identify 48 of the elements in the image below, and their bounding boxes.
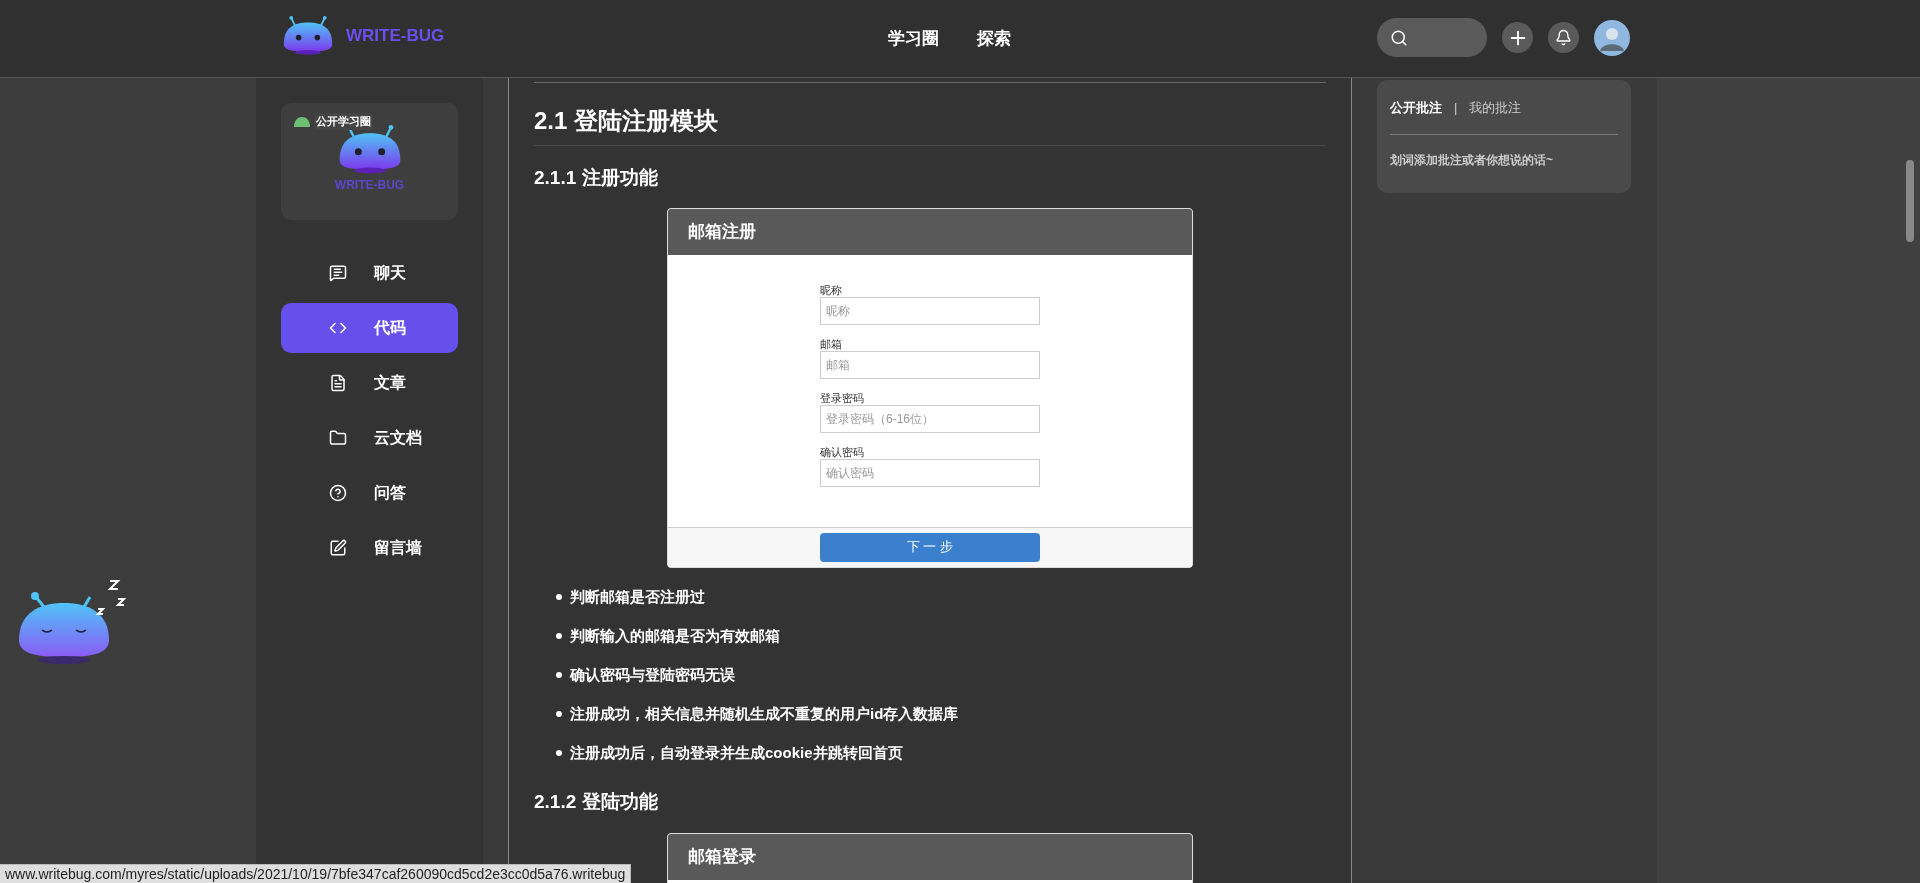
input-field[interactable]: 登录密码（6-16位）: [820, 404, 1040, 433]
field-label: 昵称: [820, 282, 843, 297]
subsection-heading: 2.1.2 登陆功能: [534, 789, 659, 814]
sidebar-item[interactable]: 问答: [281, 468, 458, 518]
sidebar-item[interactable]: 聊天: [281, 248, 458, 298]
field-label: 确认密码: [820, 444, 865, 459]
annotation-tab[interactable]: 公开批注: [1390, 98, 1442, 118]
input-field[interactable]: 昵称: [820, 296, 1040, 325]
folder-icon: [329, 429, 347, 447]
search-icon: [1390, 28, 1408, 47]
figure-title: 邮箱注册: [688, 220, 756, 243]
annotation-hint: 划词添加批注或者你想说的话~: [1390, 151, 1554, 169]
circle-label: 公开学习圈: [314, 113, 373, 130]
edit-icon: [329, 539, 347, 557]
next-step-button[interactable]: 下 一 步: [820, 532, 1040, 562]
message-icon: [329, 264, 347, 282]
sidebar-item[interactable]: 代码: [281, 303, 458, 353]
field-label: 登录密码: [820, 390, 865, 405]
subsection-heading: 2.1.1 注册功能: [534, 166, 659, 190]
nav-link[interactable]: 探索: [977, 26, 1011, 52]
bullet-text: 确认密码与登陆密码无误: [570, 664, 735, 685]
input-field[interactable]: 确认密码: [820, 458, 1040, 487]
search-field[interactable]: [1377, 18, 1487, 57]
circle-card[interactable]: 公开学习圈 WRITE-BUG: [281, 103, 458, 220]
bell-icon: [1555, 29, 1572, 46]
sidebar-item[interactable]: 云文档: [281, 413, 458, 463]
status-url: www.writebug.com/myres/static/uploads/2021/10/19/7bfe347caf260090cd5cd2e3cc0d5a76.writebug: [5, 865, 626, 883]
nav-link[interactable]: 学习圈: [888, 26, 939, 52]
figure-title: 邮箱登录: [688, 846, 756, 869]
android-icon: [293, 115, 311, 128]
tab-separator: |: [1454, 99, 1458, 117]
annotation-tab[interactable]: 我的批注: [1469, 98, 1522, 118]
scrollbar-thumb[interactable]: [1906, 160, 1914, 242]
notification-button[interactable]: [1548, 22, 1579, 53]
field-label: 邮箱: [820, 336, 843, 351]
bullet-text: 判断邮箱是否注册过: [570, 586, 705, 607]
avatar[interactable]: [1594, 19, 1630, 56]
sidebar-item[interactable]: 留言墙: [281, 523, 458, 573]
section-heading: 2.1 登陆注册模块: [534, 103, 1326, 146]
bullet-text: 注册成功，相关信息并随机生成不重复的用户id存入数据库: [570, 703, 959, 724]
input-field[interactable]: 邮箱: [820, 350, 1040, 379]
bullet-text: 注册成功后，自动登录并生成cookie并跳转回首页: [570, 742, 903, 763]
add-button[interactable]: [1502, 22, 1533, 53]
sidebar-item[interactable]: 文章: [281, 358, 458, 408]
document-icon: [329, 374, 347, 392]
card-logo-text: WRITE-BUG: [334, 177, 405, 194]
bullet-text: 判断输入的邮箱是否为有效邮箱: [570, 625, 780, 646]
question-icon: [329, 484, 347, 502]
